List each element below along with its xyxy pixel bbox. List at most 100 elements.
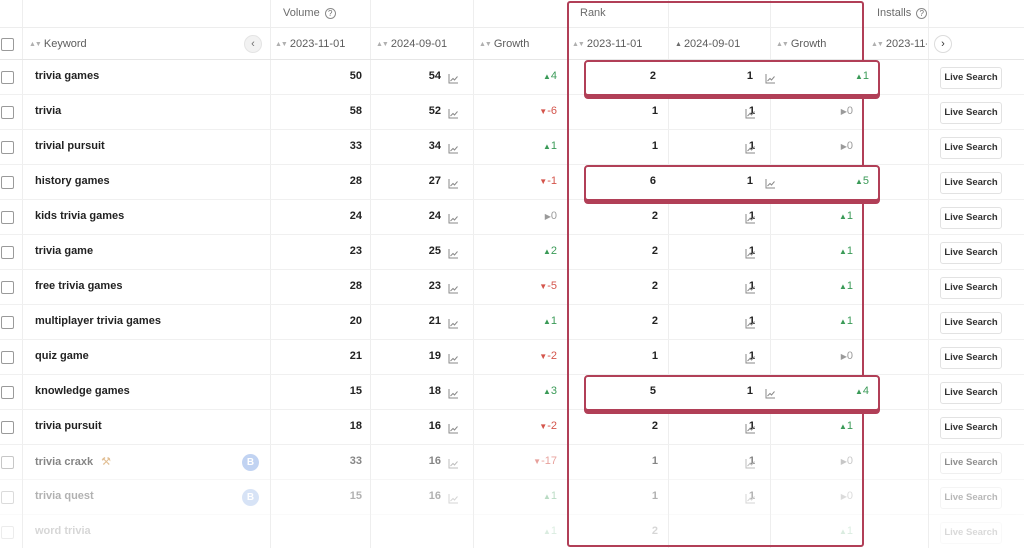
keyword-cell[interactable]: trivia game — [35, 245, 93, 257]
trend-chart-icon[interactable] — [745, 281, 756, 294]
volume-growth-text: 3 — [550, 385, 557, 397]
row-checkbox[interactable] — [1, 246, 14, 259]
keyword-cell[interactable]: trivia craxk ⚒ — [35, 455, 111, 469]
keyword-cell[interactable]: knowledge games — [35, 385, 130, 397]
keyword-cell[interactable]: trivia quest — [35, 490, 94, 502]
trend-chart-icon[interactable] — [745, 141, 756, 154]
keyword-cell[interactable]: trivia — [35, 105, 61, 117]
table-row[interactable]: trivia pursuit 18 16 ▼-2 2 1 ▲1 Live Search — [0, 410, 1024, 445]
volume-growth-text: 1 — [550, 525, 557, 537]
table-row[interactable]: trivia game 23 25 ▲2 2 1 ▲1 Live Search — [0, 235, 1024, 270]
keyword-cell[interactable]: free trivia games — [35, 280, 122, 292]
row-checkbox[interactable] — [1, 176, 14, 189]
trend-chart-icon[interactable] — [448, 316, 459, 329]
row-checkbox[interactable] — [1, 316, 14, 329]
keyword-cell[interactable]: history games — [35, 175, 110, 187]
rank-date1-header[interactable]: ▲▼ 2023-11-01 — [572, 38, 642, 50]
table-row[interactable]: quiz game 21 19 ▼-2 1 1 ▶0 Live Search — [0, 340, 1024, 375]
trend-chart-icon[interactable] — [745, 106, 756, 119]
volume-date2-header[interactable]: ▲▼ 2024-09-01 — [376, 38, 447, 50]
volume-growth-value: ▲1 — [543, 140, 557, 152]
growth-up-icon: ▲ — [838, 317, 847, 326]
trend-chart-icon[interactable] — [745, 316, 756, 329]
trend-chart-icon[interactable] — [448, 281, 459, 294]
scroll-right-button[interactable]: › — [934, 35, 952, 53]
trend-chart-icon[interactable] — [765, 71, 776, 84]
trend-chart-icon[interactable] — [448, 421, 459, 434]
rank-growth-value: ▲1 — [839, 420, 853, 432]
table-row[interactable]: trivia 58 52 ▼-6 1 1 ▶0 Live Search — [0, 95, 1024, 130]
live-search-button[interactable]: Live Search — [940, 312, 1002, 334]
trend-chart-icon[interactable] — [745, 211, 756, 224]
volume-growth-text: -1 — [547, 175, 557, 187]
row-checkbox[interactable] — [1, 211, 14, 224]
trend-chart-icon[interactable] — [745, 421, 756, 434]
keyword-cell[interactable]: kids trivia games — [35, 210, 124, 222]
table-row[interactable]: kids trivia games 24 24 ▶0 2 1 ▲1 Live Search — [0, 200, 1024, 235]
keyword-cell[interactable]: trivia pursuit — [35, 420, 102, 432]
trend-chart-icon[interactable] — [765, 386, 776, 399]
keyword-cell[interactable]: multiplayer trivia games — [35, 315, 161, 327]
keyword-column-header[interactable]: ▲▼ Keyword — [29, 38, 87, 50]
trend-chart-icon[interactable] — [448, 71, 459, 84]
row-checkbox[interactable] — [1, 491, 14, 504]
row-checkbox[interactable] — [1, 386, 14, 399]
table-row[interactable]: trivia quest B 15 16 ▲1 1 1 ▶0 Live Search — [0, 480, 1024, 515]
trend-chart-icon[interactable] — [448, 141, 459, 154]
live-search-button[interactable]: Live Search — [940, 452, 1002, 474]
trend-chart-icon[interactable] — [448, 211, 459, 224]
help-icon[interactable]: ? — [916, 7, 928, 19]
select-all-checkbox[interactable] — [1, 38, 14, 51]
live-search-button[interactable]: Live Search — [940, 67, 1002, 89]
table-row[interactable]: free trivia games 28 23 ▼-5 2 1 ▲1 Live Search — [0, 270, 1024, 305]
trend-chart-icon[interactable] — [745, 351, 756, 364]
trend-chart-icon[interactable] — [448, 491, 459, 504]
live-search-button[interactable]: Live Search — [940, 102, 1002, 124]
trend-chart-icon[interactable] — [448, 106, 459, 119]
keyword-cell[interactable]: trivial pursuit — [35, 140, 105, 152]
rank-growth-header[interactable]: ▲▼ Growth — [776, 38, 826, 50]
keyword-cell[interactable]: quiz game — [35, 350, 89, 362]
live-search-button[interactable]: Live Search — [940, 382, 1002, 404]
help-icon[interactable]: ? — [324, 7, 336, 19]
trend-chart-icon[interactable] — [448, 176, 459, 189]
trend-chart-icon[interactable] — [448, 246, 459, 259]
live-search-button[interactable]: Live Search — [940, 242, 1002, 264]
trend-chart-icon[interactable] — [765, 176, 776, 189]
rank-date1-value: 1 — [651, 105, 658, 117]
row-checkbox[interactable] — [1, 456, 14, 469]
table-row[interactable]: trivial pursuit 33 34 ▲1 1 1 ▶0 Live Search — [0, 130, 1024, 165]
row-checkbox[interactable] — [1, 281, 14, 294]
row-checkbox[interactable] — [1, 421, 14, 434]
volume-date1-header[interactable]: ▲▼ 2023-11-01 — [275, 38, 345, 50]
trend-chart-icon[interactable] — [745, 491, 756, 504]
keyword-cell[interactable]: trivia games — [35, 70, 99, 82]
keyword-cell[interactable]: word trivia — [35, 525, 91, 537]
live-search-button[interactable]: Live Search — [940, 137, 1002, 159]
live-search-button[interactable]: Live Search — [940, 172, 1002, 194]
table-row[interactable]: trivia craxk ⚒ B 33 16 ▼-17 1 1 ▶0 Live Search — [0, 445, 1024, 480]
trend-chart-icon[interactable] — [745, 456, 756, 469]
installs-date1-header[interactable]: ▲▼ 2023-11-0 — [871, 38, 927, 50]
live-search-button[interactable]: Live Search — [940, 207, 1002, 229]
table-row[interactable]: word trivia ▲1 2 ▲1 Live Search — [0, 515, 1024, 548]
live-search-button[interactable]: Live Search — [940, 487, 1002, 509]
live-search-button[interactable]: Live Search — [940, 347, 1002, 369]
trend-chart-icon[interactable] — [448, 456, 459, 469]
live-search-button[interactable]: Live Search — [940, 522, 1002, 544]
row-checkbox[interactable] — [1, 71, 14, 84]
row-checkbox[interactable] — [1, 141, 14, 154]
table-row[interactable]: multiplayer trivia games 20 21 ▲1 2 1 ▲1 Live S… — [0, 305, 1024, 340]
trend-chart-icon[interactable] — [745, 246, 756, 259]
live-search-button[interactable]: Live Search — [940, 277, 1002, 299]
rank-date1-value: 1 — [651, 455, 658, 467]
row-checkbox[interactable] — [1, 526, 14, 539]
scroll-left-button[interactable]: ‹ — [244, 35, 262, 53]
rank-date2-header[interactable]: ▲ 2024-09-01 — [675, 38, 740, 50]
row-checkbox[interactable] — [1, 351, 14, 364]
trend-chart-icon[interactable] — [448, 386, 459, 399]
trend-chart-icon[interactable] — [448, 351, 459, 364]
live-search-button[interactable]: Live Search — [940, 417, 1002, 439]
volume-growth-header[interactable]: ▲▼ Growth — [479, 38, 529, 50]
row-checkbox[interactable] — [1, 106, 14, 119]
